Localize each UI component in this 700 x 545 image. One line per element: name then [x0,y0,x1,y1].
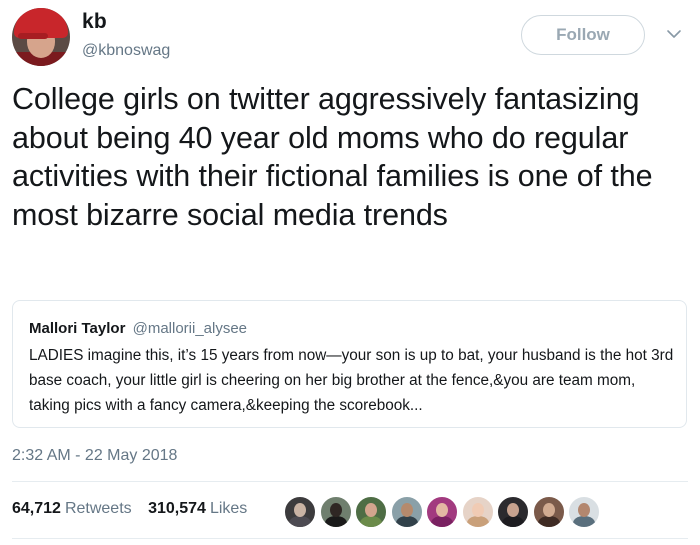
liker-avatar-6[interactable] [461,496,494,528]
retweets-stat[interactable]: 64,712 Retweets [12,500,132,517]
liker-avatar-body [573,516,595,527]
retweets-count: 64,712 [12,500,61,517]
liker-avatar-body [537,516,560,527]
divider [12,538,688,539]
quoted-tweet[interactable]: Mallori Taylor @mallorii_alysee LADIES i… [12,300,687,428]
liker-avatar-3[interactable] [355,496,387,528]
liker-avatar-9[interactable] [568,496,600,528]
liker-avatar-head [542,503,555,517]
liker-avatar-head [471,503,484,517]
liker-avatar-head [400,503,413,517]
liker-avatar-head [436,503,448,517]
liker-avatar-head [578,503,590,517]
liker-avatar-body [395,516,418,527]
liker-avatar-7[interactable] [497,496,529,528]
quoted-author-name: Mallori Taylor [29,320,126,337]
author-handle[interactable]: @kbnoswag [82,42,170,60]
quoted-author-handle: @mallorii_alysee [132,320,248,337]
retweets-label: Retweets [64,500,132,517]
tweet-stats: 64,712 Retweets 310,574 Likes [12,500,247,518]
follow-button[interactable]: Follow [521,15,645,55]
quoted-tweet-author: Mallori Taylor @mallorii_alysee [29,320,247,337]
author-avatar[interactable] [12,8,70,66]
liker-avatar-4[interactable] [390,496,423,528]
tweet-card: kb @kbnoswag Follow College girls on twi… [0,0,700,545]
liker-avatar-body [324,516,347,527]
liker-avatar-head [507,503,519,517]
tweet-text: College girls on twitter aggressively fa… [12,82,653,232]
liker-avatar-body [502,516,524,527]
liker-avatar-body [360,516,382,527]
liker-avatar-body [289,516,311,527]
liker-avatar-1[interactable] [284,496,316,528]
liker-avatar-body [466,516,489,527]
author-display-name[interactable]: kb [82,10,107,34]
liker-avatar-2[interactable] [319,496,352,528]
liker-avatar-5[interactable] [426,496,458,528]
liker-avatar-head [329,503,342,517]
likes-stat[interactable]: 310,574 Likes [148,500,247,517]
likes-count: 310,574 [148,500,206,517]
liker-avatar-8[interactable] [532,496,565,528]
tweet-timestamp[interactable]: 2:32 AM - 22 May 2018 [12,447,177,465]
chevron-down-icon[interactable] [666,26,682,42]
divider [12,481,688,482]
liker-avatar-head [365,503,377,517]
quoted-tweet-text: LADIES imagine this, it’s 15 years from … [29,347,674,414]
liker-avatar-head [294,503,306,517]
liker-avatar-body [431,516,453,527]
likes-label: Likes [209,500,248,517]
avatar-cap-brim [18,33,48,39]
